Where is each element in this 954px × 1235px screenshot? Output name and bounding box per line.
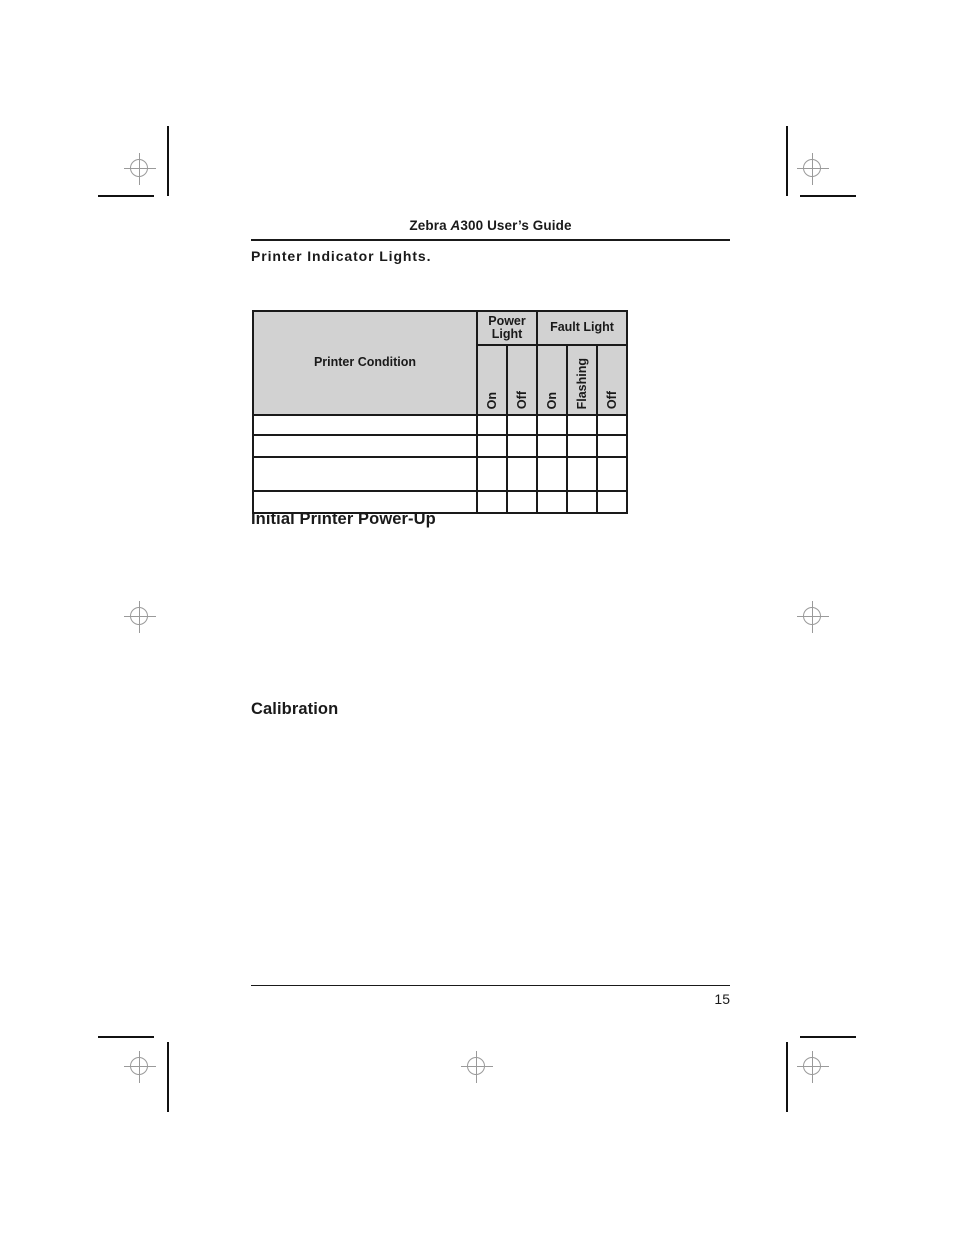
section-heading-initial-printer-power-up: Initial Printer Power-Up xyxy=(251,510,436,528)
header-group-fault-light: Fault Light xyxy=(536,310,628,346)
registration-mark-bottom-left xyxy=(123,1050,157,1084)
cell-power-off xyxy=(506,414,538,436)
cell-fault-off xyxy=(596,414,628,436)
header-fault-off-label: Off xyxy=(604,390,619,409)
cell-fault-off xyxy=(596,434,628,458)
printer-indicator-lights-table: Printer Condition Power Light Fault Ligh… xyxy=(252,310,628,514)
cell-fault-on xyxy=(536,490,568,514)
cell-fault-flashing xyxy=(566,414,598,436)
header-fault-flashing-label: Flashing xyxy=(574,357,589,409)
registration-mark-bottom-right xyxy=(796,1050,830,1084)
running-head-prefix: Zebra xyxy=(409,218,451,233)
cell-power-off xyxy=(506,490,538,514)
registration-mark-middle-right xyxy=(796,600,830,634)
registration-crosshair-vertical xyxy=(476,1051,477,1083)
registration-mark-middle-left xyxy=(123,600,157,634)
registration-mark-top-left xyxy=(123,152,157,186)
registration-crosshair-horizontal xyxy=(124,1066,156,1067)
header-printer-condition: Printer Condition xyxy=(252,310,478,416)
cell-fault-on xyxy=(536,414,568,436)
cell-power-on xyxy=(476,414,508,436)
header-fault-on-label: On xyxy=(544,391,559,409)
cell-condition xyxy=(252,456,478,492)
registration-mark-top-right-inner xyxy=(796,152,830,186)
trim-mark-bottom-right-vertical xyxy=(786,1042,788,1112)
registration-crosshair-horizontal xyxy=(797,1066,829,1067)
header-fault-off: Off xyxy=(596,344,628,416)
cell-fault-off xyxy=(596,490,628,514)
running-head-model-italic: A xyxy=(450,218,461,233)
header-rule xyxy=(251,239,730,241)
trim-mark-top-right-vertical xyxy=(786,126,788,196)
table-body xyxy=(252,414,628,514)
registration-crosshair-horizontal xyxy=(461,1066,493,1067)
trim-mark-top-left-vertical xyxy=(167,126,169,196)
header-power-on-label: On xyxy=(484,391,499,409)
cell-power-on xyxy=(476,456,508,492)
page-number: 15 xyxy=(714,991,730,1007)
cell-power-off xyxy=(506,456,538,492)
registration-crosshair-vertical xyxy=(812,1051,813,1083)
registration-crosshair-horizontal xyxy=(797,168,829,169)
header-fault-flashing: Flashing xyxy=(566,344,598,416)
subhead-printer-indicator-lights: Printer Indicator Lights. xyxy=(251,248,432,264)
footer-rule xyxy=(251,985,730,986)
registration-mark-bottom-center xyxy=(460,1050,494,1084)
header-power-on: On xyxy=(476,344,508,416)
registration-crosshair-vertical xyxy=(812,153,813,185)
cell-condition xyxy=(252,414,478,436)
cell-power-off xyxy=(506,434,538,458)
cell-fault-flashing xyxy=(566,490,598,514)
registration-crosshair-horizontal xyxy=(797,616,829,617)
registration-crosshair-vertical xyxy=(812,601,813,633)
cell-fault-flashing xyxy=(566,456,598,492)
registration-crosshair-horizontal xyxy=(124,616,156,617)
running-head-suffix: 300 User’s Guide xyxy=(460,218,572,233)
trim-mark-bottom-left-horizontal xyxy=(98,1036,154,1038)
cell-fault-flashing xyxy=(566,434,598,458)
cell-condition xyxy=(252,434,478,458)
running-head: Zebra A300 User’s Guide xyxy=(251,218,730,233)
header-power-off-label: Off xyxy=(514,390,529,409)
cell-power-on xyxy=(476,434,508,458)
cell-fault-off xyxy=(596,456,628,492)
document-page: Zebra A300 User’s Guide Printer Indicato… xyxy=(0,0,954,1235)
table-row xyxy=(252,434,628,458)
registration-crosshair-vertical xyxy=(139,601,140,633)
cell-fault-on xyxy=(536,456,568,492)
registration-crosshair-vertical xyxy=(139,1051,140,1083)
registration-crosshair-vertical xyxy=(139,153,140,185)
registration-crosshair-horizontal xyxy=(124,168,156,169)
table-head: Printer Condition Power Light Fault Ligh… xyxy=(252,310,628,416)
table-row xyxy=(252,414,628,436)
printer-indicator-lights-table-wrapper: Printer Condition Power Light Fault Ligh… xyxy=(252,310,628,514)
trim-mark-bottom-left-vertical xyxy=(167,1042,169,1112)
header-power-off: Off xyxy=(506,344,538,416)
trim-mark-bottom-right-horizontal xyxy=(800,1036,856,1038)
cell-power-on xyxy=(476,490,508,514)
trim-mark-top-right-horizontal xyxy=(800,195,856,197)
table-row xyxy=(252,456,628,492)
header-fault-on: On xyxy=(536,344,568,416)
cell-fault-on xyxy=(536,434,568,458)
trim-mark-top-left-horizontal xyxy=(98,195,154,197)
header-group-power-light: Power Light xyxy=(476,310,538,346)
table-group-header-row: Printer Condition Power Light Fault Ligh… xyxy=(252,310,628,416)
section-heading-calibration: Calibration xyxy=(251,700,339,718)
